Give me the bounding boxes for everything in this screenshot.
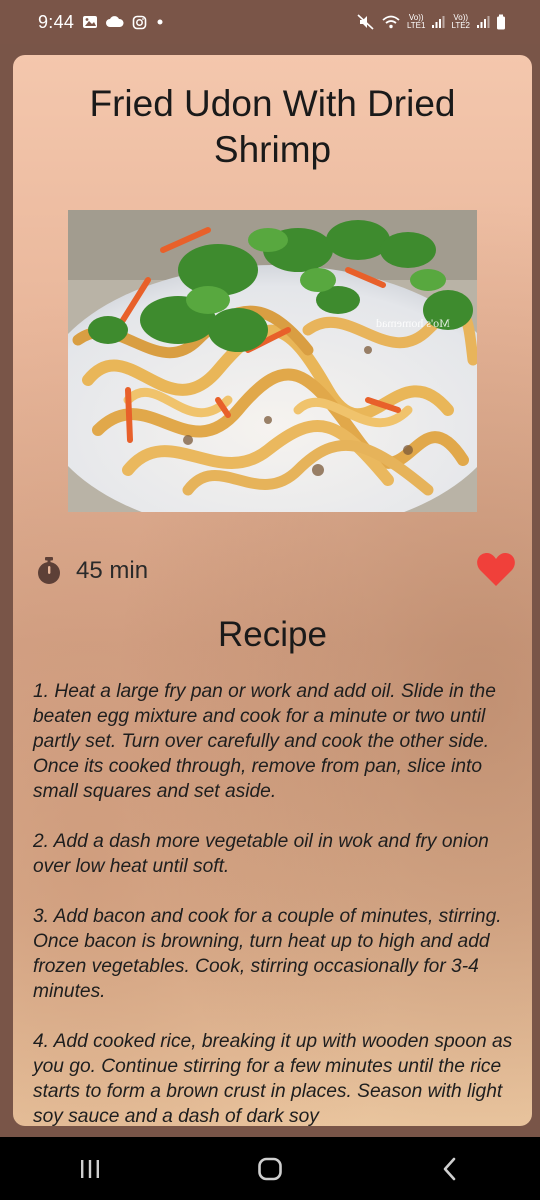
signal-sim2-icon	[476, 15, 490, 29]
instagram-icon	[132, 15, 147, 30]
signal-sim1-icon	[431, 15, 445, 29]
recipe-step: 1. Heat a large fry pan or work and add …	[33, 681, 496, 802]
recipe-steps: 1. Heat a large fry pan or work and add …	[33, 679, 518, 1126]
cloud-icon	[106, 16, 124, 28]
status-left: 9:44	[38, 12, 165, 33]
wifi-icon	[381, 14, 401, 30]
status-bar: 9:44 Vo)) LTE1 Vo)) LTE2	[0, 0, 540, 44]
recipe-heading: Recipe	[218, 615, 327, 654]
back-button[interactable]	[420, 1149, 480, 1189]
recent-apps-button[interactable]	[60, 1149, 120, 1189]
cook-time-row: 45 min	[36, 553, 516, 589]
sim1-lte-text: LTE1	[406, 21, 426, 30]
recipe-step: 2. Add a dash more vegetable oil in wok …	[33, 831, 489, 877]
gallery-icon	[82, 15, 98, 29]
navigation-bar	[0, 1137, 540, 1200]
status-time: 9:44	[38, 11, 75, 32]
back-icon	[443, 1157, 456, 1180]
recent-apps-icon	[81, 1159, 99, 1178]
stopwatch-icon	[38, 557, 60, 584]
recipe-step: 4. Add cooked rice, breaking it up with …	[33, 1031, 513, 1126]
home-button[interactable]	[240, 1149, 300, 1189]
home-icon	[258, 1157, 282, 1180]
status-right: Vo)) LTE1 Vo)) LTE2	[357, 14, 506, 30]
dot-icon	[155, 17, 165, 27]
battery-icon	[496, 14, 506, 30]
recipe-card: Fried Udon With Dried Shrimp Mo's homema…	[13, 55, 532, 1126]
favorite-heart-icon[interactable]	[476, 551, 516, 587]
sim1-label: Vo)) LTE1	[407, 14, 426, 30]
sim2-label: Vo)) LTE2	[451, 14, 470, 30]
cook-time: 45 min	[76, 557, 149, 584]
udon-dish-illustration	[68, 210, 477, 512]
sim2-lte-text: LTE2	[451, 21, 470, 30]
recipe-title: Fried Udon With Dried Shrimp	[89, 83, 456, 170]
recipe-photo: Mo's homemad	[68, 210, 477, 512]
image-watermark: Mo's homemad	[376, 316, 450, 330]
recipe-step: 3. Add bacon and cook for a couple of mi…	[33, 906, 502, 1002]
mute-icon	[357, 14, 375, 30]
